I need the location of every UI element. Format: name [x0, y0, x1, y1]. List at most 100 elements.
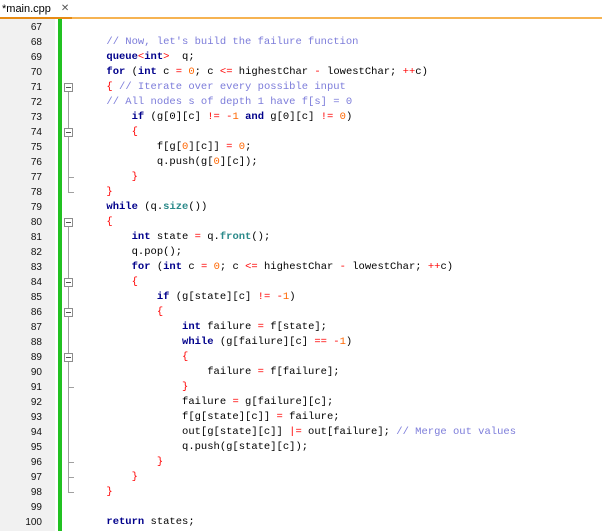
fold-toggle-icon[interactable]	[64, 308, 73, 317]
line-number: 68	[30, 37, 42, 48]
code-token: (g[0][c]	[144, 111, 208, 123]
code-line[interactable]: 72 // All nodes s of depth 1 have f[s] =…	[0, 95, 602, 110]
code-text: q.push(g[state][c]);	[56, 440, 308, 455]
code-token: (	[125, 66, 138, 78]
code-line[interactable]: 69 queue<int> q;	[0, 50, 602, 65]
fold-toggle-icon[interactable]	[64, 218, 73, 227]
code-token: front	[219, 231, 252, 243]
code-token: lowestChar;	[345, 261, 428, 273]
code-token: failure	[200, 321, 258, 333]
code-text: // All nodes s of depth 1 have f[s] = 0	[56, 95, 352, 110]
code-line[interactable]: 92 failure = g[failure][c];	[0, 395, 602, 410]
code-line[interactable]: 77 }	[0, 170, 602, 185]
fold-end-marker	[68, 177, 74, 178]
close-icon[interactable]: ✕	[61, 3, 69, 14]
fold-guide	[68, 137, 69, 177]
code-token: q.	[200, 231, 220, 243]
code-line[interactable]: 74 {	[0, 125, 602, 140]
code-line[interactable]: 86 {	[0, 305, 602, 320]
fold-end-marker	[68, 477, 74, 478]
code-token: while	[56, 201, 138, 213]
code-token: !=	[257, 291, 271, 303]
line-number: 78	[30, 187, 42, 198]
code-token: ][c]);	[219, 156, 258, 168]
code-token: )	[345, 336, 353, 348]
code-token: f[state];	[263, 321, 327, 333]
code-line[interactable]: 98 }	[0, 485, 602, 500]
code-token: c)	[440, 261, 454, 273]
code-line[interactable]: 87 int failure = f[state];	[0, 320, 602, 335]
code-line[interactable]: 90 failure = f[failure];	[0, 365, 602, 380]
line-number: 82	[30, 247, 42, 258]
code-text: if (g[0][c] != -1 and g[0][c] != 0)	[56, 110, 353, 125]
code-line[interactable]: 76 q.push(g[0][c]);	[0, 155, 602, 170]
code-token: ][c]]	[188, 141, 227, 153]
code-token: failure	[56, 366, 258, 378]
code-line[interactable]: 75 f[g[0][c]] = 0;	[0, 140, 602, 155]
code-token: state	[150, 231, 195, 243]
code-token: out[g[state][c]]	[56, 426, 290, 438]
code-token: if	[56, 111, 145, 123]
line-number: 98	[30, 487, 42, 498]
code-token: ++	[427, 261, 441, 273]
fold-toggle-icon[interactable]	[64, 83, 73, 92]
code-line[interactable]: 96 }	[0, 455, 602, 470]
code-line[interactable]: 78 }	[0, 185, 602, 200]
line-number: 79	[30, 202, 42, 213]
fold-guide	[68, 317, 69, 462]
line-number: 73	[30, 112, 42, 123]
code-text: f[g[0][c]] = 0;	[56, 140, 252, 155]
code-token: f[g[	[56, 141, 183, 153]
fold-toggle-icon[interactable]	[64, 128, 73, 137]
code-line[interactable]: 79 while (q.size())	[0, 200, 602, 215]
code-line[interactable]: 91 }	[0, 380, 602, 395]
line-number: 99	[30, 502, 42, 513]
line-number: 87	[30, 322, 42, 333]
code-text: while (g[failure][c] == -1)	[56, 335, 352, 350]
code-line[interactable]: 88 while (g[failure][c] == -1)	[0, 335, 602, 350]
code-line[interactable]: 71 { // Iterate over every possible inpu…	[0, 80, 602, 95]
code-line[interactable]: 73 if (g[0][c] != -1 and g[0][c] != 0)	[0, 110, 602, 125]
tab-main-cpp[interactable]: *main.cpp ✕	[0, 0, 70, 17]
code-line[interactable]: 68 // Now, let's build the failure funct…	[0, 35, 602, 50]
code-token: f[g[state][c]]	[56, 411, 277, 423]
code-token: )	[289, 291, 296, 303]
code-line[interactable]: 80 {	[0, 215, 602, 230]
code-line[interactable]: 81 int state = q.front();	[0, 230, 602, 245]
fold-toggle-icon[interactable]	[64, 278, 73, 287]
code-token: for	[56, 66, 126, 78]
code-token: |=	[289, 426, 302, 438]
line-number: 96	[30, 457, 42, 468]
code-token: // Now, let's build the failure function	[56, 36, 359, 48]
code-token: states;	[144, 516, 195, 528]
code-token: for	[56, 261, 151, 273]
code-token: (	[150, 261, 164, 273]
line-number: 89	[30, 352, 42, 363]
code-text: for (int c = 0; c <= highestChar - lowes…	[56, 65, 427, 80]
code-line[interactable]: 70 for (int c = 0; c <= highestChar - lo…	[0, 65, 602, 80]
code-line[interactable]: 95 q.push(g[state][c]);	[0, 440, 602, 455]
code-line[interactable]: 99	[0, 500, 602, 515]
code-line[interactable]: 94 out[g[state][c]] |= out[failure]; // …	[0, 425, 602, 440]
code-line[interactable]: 85 if (g[state][c] != -1)	[0, 290, 602, 305]
code-line[interactable]: 82 q.pop();	[0, 245, 602, 260]
code-text: out[g[state][c]] |= out[failure]; // Mer…	[56, 425, 516, 440]
code-text: }	[56, 380, 188, 395]
code-token: )	[345, 111, 353, 123]
code-line[interactable]: 93 f[g[state][c]] = failure;	[0, 410, 602, 425]
code-line[interactable]: 100 return states;	[0, 515, 602, 530]
fold-toggle-icon[interactable]	[64, 353, 73, 362]
code-text: failure = f[failure];	[56, 365, 339, 380]
code-token: if	[56, 291, 170, 303]
line-number: 93	[30, 412, 42, 423]
code-token: <=	[245, 261, 258, 273]
code-text: int state = q.front();	[56, 230, 271, 245]
code-line[interactable]: 67	[0, 20, 602, 35]
code-line[interactable]: 83 for (int c = 0; c <= highestChar - lo…	[0, 260, 602, 275]
code-text: }	[56, 485, 112, 500]
code-line[interactable]: 89 {	[0, 350, 602, 365]
code-token: <=	[219, 66, 233, 78]
code-line[interactable]: 97 }	[0, 470, 602, 485]
code-token: q;	[169, 51, 195, 63]
code-line[interactable]: 84 {	[0, 275, 602, 290]
